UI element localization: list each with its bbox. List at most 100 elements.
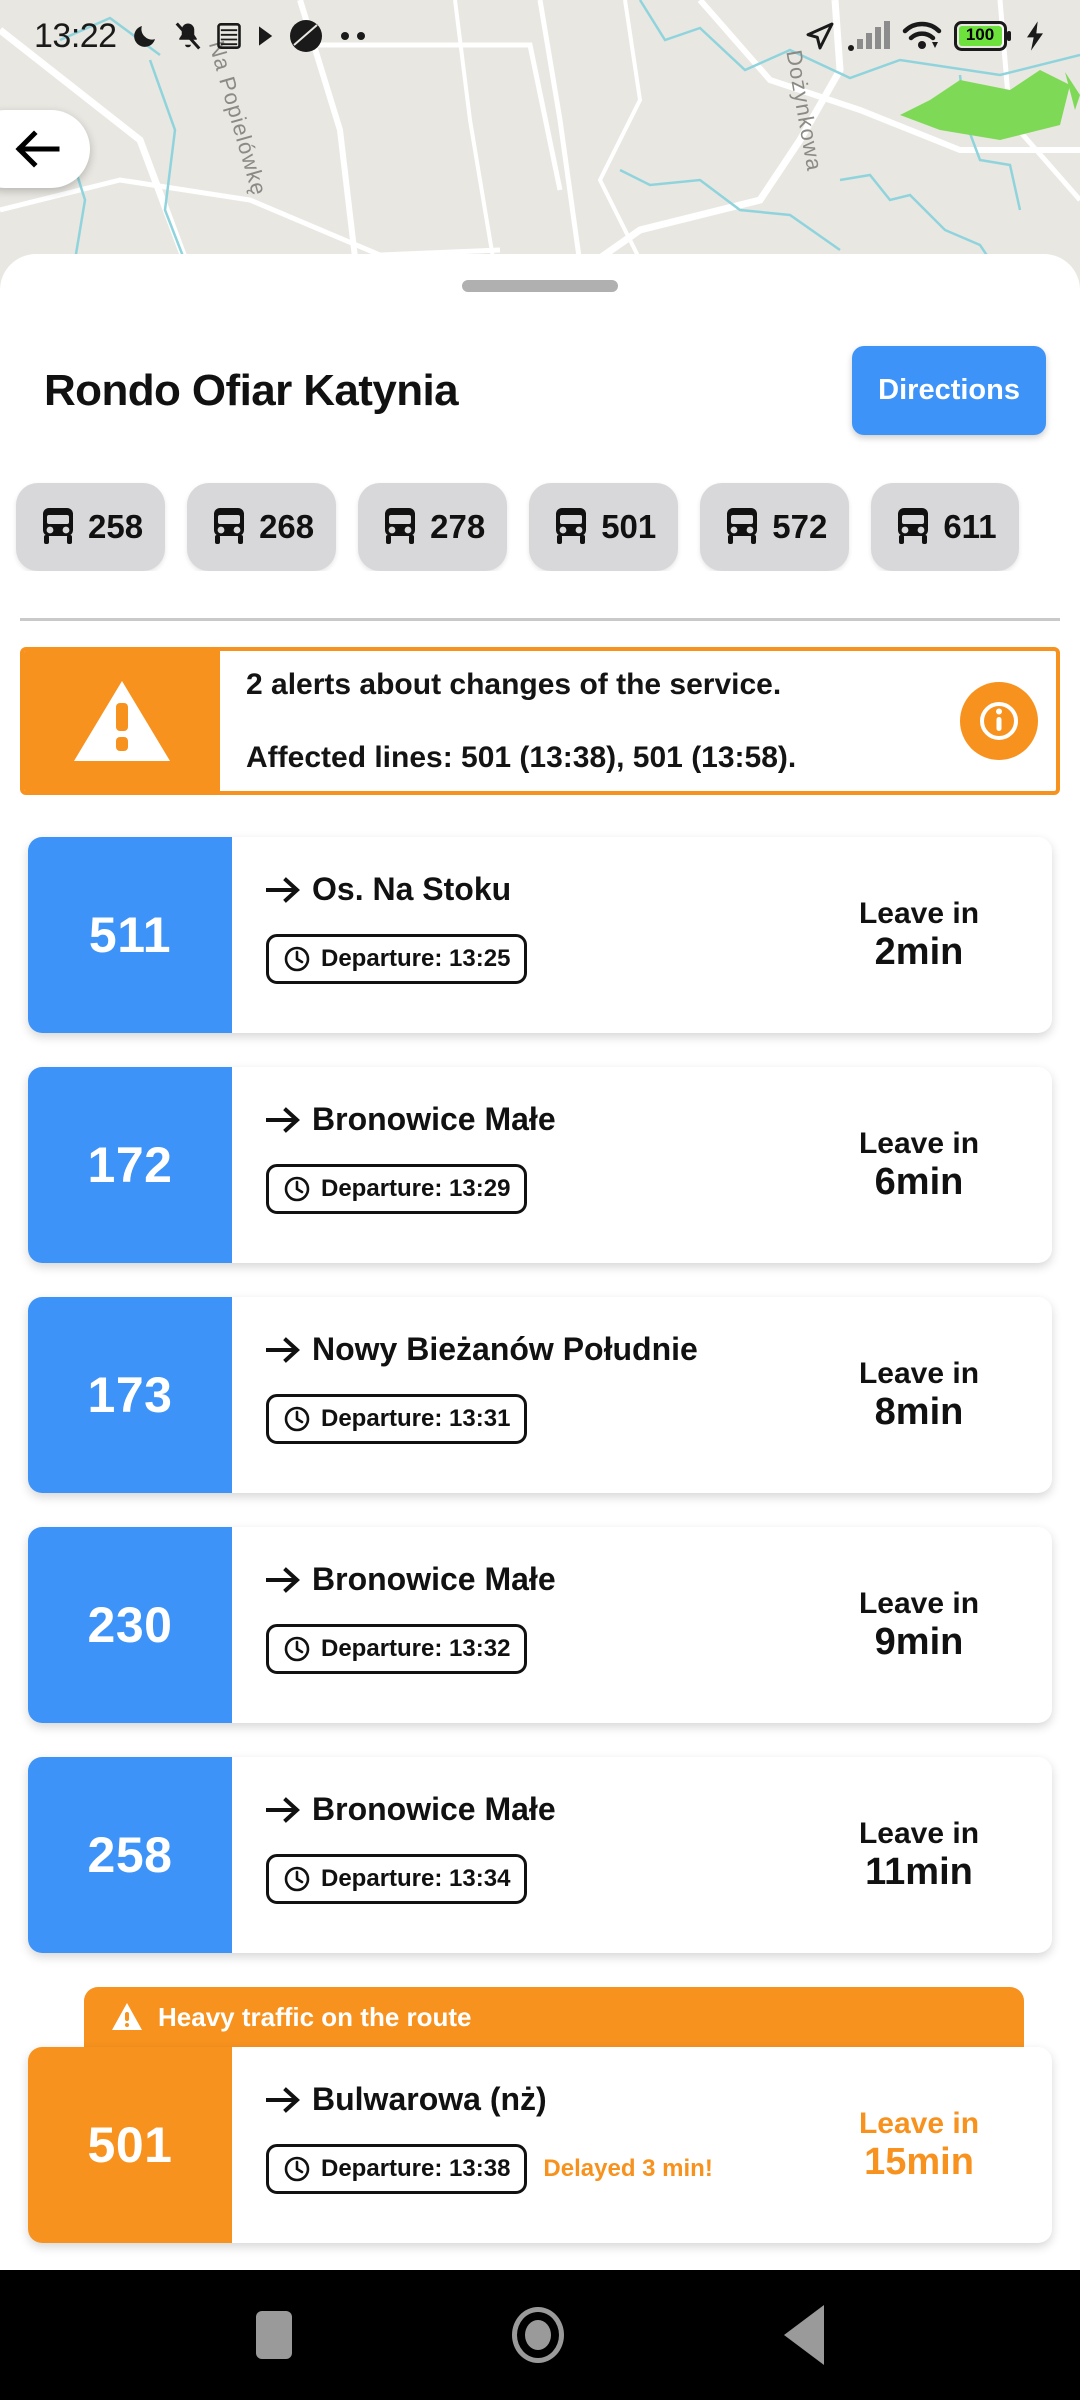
phone-screen: Na Popielówkę Dożynkowa 13:22 100 Rondo … [0, 0, 1080, 2400]
delay-text: Delayed 3 min! [543, 2155, 713, 2182]
departure-time-chip: Departure: 13:38 [266, 2144, 528, 2194]
alert-info-button[interactable] [960, 682, 1038, 760]
destination-name: Bronowice Małe [312, 1101, 556, 1137]
destination-name: Bronowice Małe [312, 1791, 556, 1827]
line-number: 258 [87, 1827, 173, 1883]
departure-details: Nowy Bieżanów Południe Departure: 13:31 [232, 1297, 796, 1493]
line-number: 230 [87, 1597, 173, 1653]
departure-details: Bronowice Małe Departure: 13:29 [232, 1067, 796, 1263]
leave-in-block: Leave in 11min [796, 1757, 1052, 1953]
departure-item[interactable]: 258 Bronowice Małe Departure: 13:34 Leave i… [28, 1757, 1052, 1953]
leave-in-block: Leave in 8min [796, 1297, 1052, 1493]
line-chip[interactable]: 611 [871, 483, 1019, 571]
line-number-badge: 501 [28, 2047, 232, 2243]
line-chip[interactable]: 501 [529, 483, 679, 571]
clock-icon [284, 946, 310, 972]
line-number: 172 [87, 1137, 173, 1193]
warning-triangle-icon [112, 2003, 142, 2030]
line-number-badge: 511 [28, 837, 232, 1033]
clock-icon [284, 1176, 310, 1202]
leave-in-label: Leave in [858, 2106, 980, 2140]
moon-icon [133, 26, 155, 47]
line-chip[interactable]: 278 [358, 483, 508, 571]
departure-item[interactable]: 230 Bronowice Małe Departure: 13:32 Leave i… [28, 1527, 1052, 1723]
alert-text-group: 2 alerts about changes of the service. A… [246, 668, 944, 774]
departures-list: 511 Os. Na Stoku Departure: 13:25 Leave in 2… [0, 795, 1080, 2243]
home-circle-icon[interactable] [512, 2307, 564, 2363]
line-chip-label: 258 [88, 508, 144, 545]
directions-button[interactable]: Directions [852, 346, 1046, 435]
departure-time-text: Departure: 13:31 [321, 1405, 511, 1432]
departure-item[interactable]: 173 Nowy Bieżanów Południe Departure: 13:3… [28, 1297, 1052, 1493]
status-bar-right: 100 [804, 20, 1046, 52]
line-chip[interactable]: 268 [187, 483, 337, 571]
page-title: Rondo Ofiar Katynia [44, 365, 459, 415]
departure-card[interactable]: 258 Bronowice Małe Departure: 13:34 Leave i… [28, 1757, 1052, 1953]
destination-row: Bulwarowa (nż) [266, 2081, 796, 2118]
line-chip[interactable]: 572 [700, 483, 850, 571]
departure-card[interactable]: 173 Nowy Bieżanów Południe Departure: 13:3… [28, 1297, 1052, 1493]
departure-item[interactable]: 511 Os. Na Stoku Departure: 13:25 Leave in 2… [28, 837, 1052, 1033]
arrow-right-icon [266, 1336, 300, 1363]
status-clock: 13:22 [34, 16, 117, 55]
place-bottom-sheet: Rondo Ofiar Katynia Directions 258 268 278… [0, 254, 1080, 2400]
departure-card[interactable]: 501 Bulwarowa (nż) Departure: 13:38 Delayed… [28, 2047, 1052, 2243]
leave-in-block: Leave in 6min [796, 1067, 1052, 1263]
departure-card[interactable]: 172 Bronowice Małe Departure: 13:29 Leave i… [28, 1067, 1052, 1263]
line-chip[interactable]: 258 [16, 483, 166, 571]
divider [20, 618, 1060, 621]
line-number: 511 [88, 907, 172, 963]
battery-level-text: 100 [965, 24, 995, 44]
departure-time-text: Departure: 13:34 [321, 1865, 511, 1892]
leave-in-block: Leave in 9min [796, 1527, 1052, 1723]
departure-time-chip: Departure: 13:25 [266, 934, 528, 984]
bus-icon [385, 508, 416, 544]
departure-details: Bronowice Małe Departure: 13:32 [232, 1527, 796, 1723]
line-chip-label: 268 [259, 508, 315, 545]
circle-icon [289, 20, 322, 52]
line-number: 173 [87, 1367, 173, 1423]
arrow-right-icon [266, 1106, 300, 1133]
leave-in-value: 2min [874, 930, 964, 973]
recents-square-icon[interactable] [256, 2311, 292, 2359]
leave-in-label: Leave in [858, 1816, 980, 1850]
arrow-right-icon [266, 876, 300, 903]
bus-icon [727, 508, 758, 544]
clock-icon [284, 2156, 310, 2182]
departure-card[interactable]: 230 Bronowice Małe Departure: 13:32 Leave i… [28, 1527, 1052, 1723]
back-button[interactable] [0, 110, 90, 188]
leave-in-value: 6min [874, 1160, 964, 1203]
departure-time-text: Departure: 13:32 [321, 1635, 511, 1662]
departure-item[interactable]: Heavy traffic on the route 501 Bulwarowa (… [28, 1987, 1052, 2243]
departure-meta-row: Departure: 13:34 [266, 1854, 796, 1904]
departure-time-chip: Departure: 13:29 [266, 1164, 528, 1214]
clock-icon [284, 1866, 310, 1892]
leave-in-block: Leave in 15min [796, 2047, 1052, 2243]
line-chips-scroller[interactable]: 258 268 278 501 572 611 [0, 435, 1080, 571]
sheet-drag-handle[interactable] [462, 280, 618, 292]
cellular-signal-icon [848, 21, 890, 51]
service-alert-banner[interactable]: 2 alerts about changes of the service. A… [20, 647, 1060, 795]
back-triangle-icon[interactable] [784, 2305, 824, 2365]
arrow-left-icon [15, 130, 60, 168]
departure-item[interactable]: 172 Bronowice Małe Departure: 13:29 Leave i… [28, 1067, 1052, 1263]
departure-time-text: Departure: 13:38 [321, 2155, 511, 2182]
line-chip-label: 501 [601, 508, 657, 545]
mute-bell-icon [175, 22, 200, 50]
line-number-badge: 172 [28, 1067, 232, 1263]
play-icon [258, 26, 272, 46]
departure-meta-row: Departure: 13:29 [266, 1164, 796, 1214]
departure-card[interactable]: 511 Os. Na Stoku Departure: 13:25 Leave in 2… [28, 837, 1052, 1033]
departure-time-text: Departure: 13:25 [321, 945, 511, 972]
line-number-badge: 173 [28, 1297, 232, 1493]
arrow-right-icon [266, 1566, 300, 1593]
status-bar: 13:22 100 [0, 0, 1080, 72]
departure-details: Os. Na Stoku Departure: 13:25 [232, 837, 796, 1033]
traffic-alert-banner[interactable]: Heavy traffic on the route [84, 1987, 1024, 2047]
departure-meta-row: Departure: 13:31 [266, 1394, 796, 1444]
line-number-badge: 230 [28, 1527, 232, 1723]
leave-in-value: 9min [874, 1620, 964, 1663]
bus-icon [556, 508, 587, 544]
leave-in-value: 15min [864, 2140, 974, 2183]
destination-row: Bronowice Małe [266, 1791, 796, 1828]
